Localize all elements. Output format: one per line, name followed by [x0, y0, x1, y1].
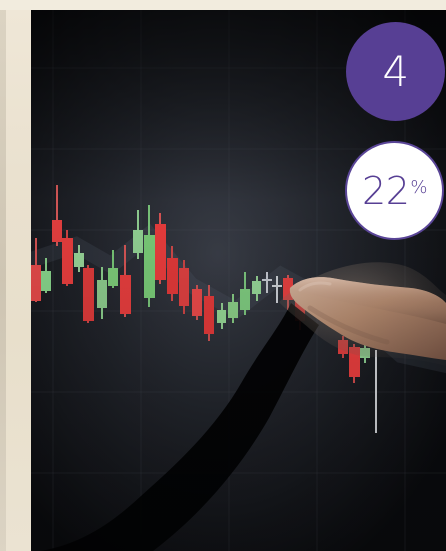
percentage-badge-value: 22	[362, 168, 410, 213]
page: 4 22 %	[0, 0, 446, 551]
percentage-badge-content: 22 %	[362, 172, 427, 210]
left-strip	[0, 10, 31, 551]
count-badge: 4	[346, 22, 445, 121]
percentage-badge-unit: %	[410, 176, 427, 198]
percentage-badge: 22 %	[345, 141, 444, 240]
count-badge-value: 4	[382, 47, 409, 96]
